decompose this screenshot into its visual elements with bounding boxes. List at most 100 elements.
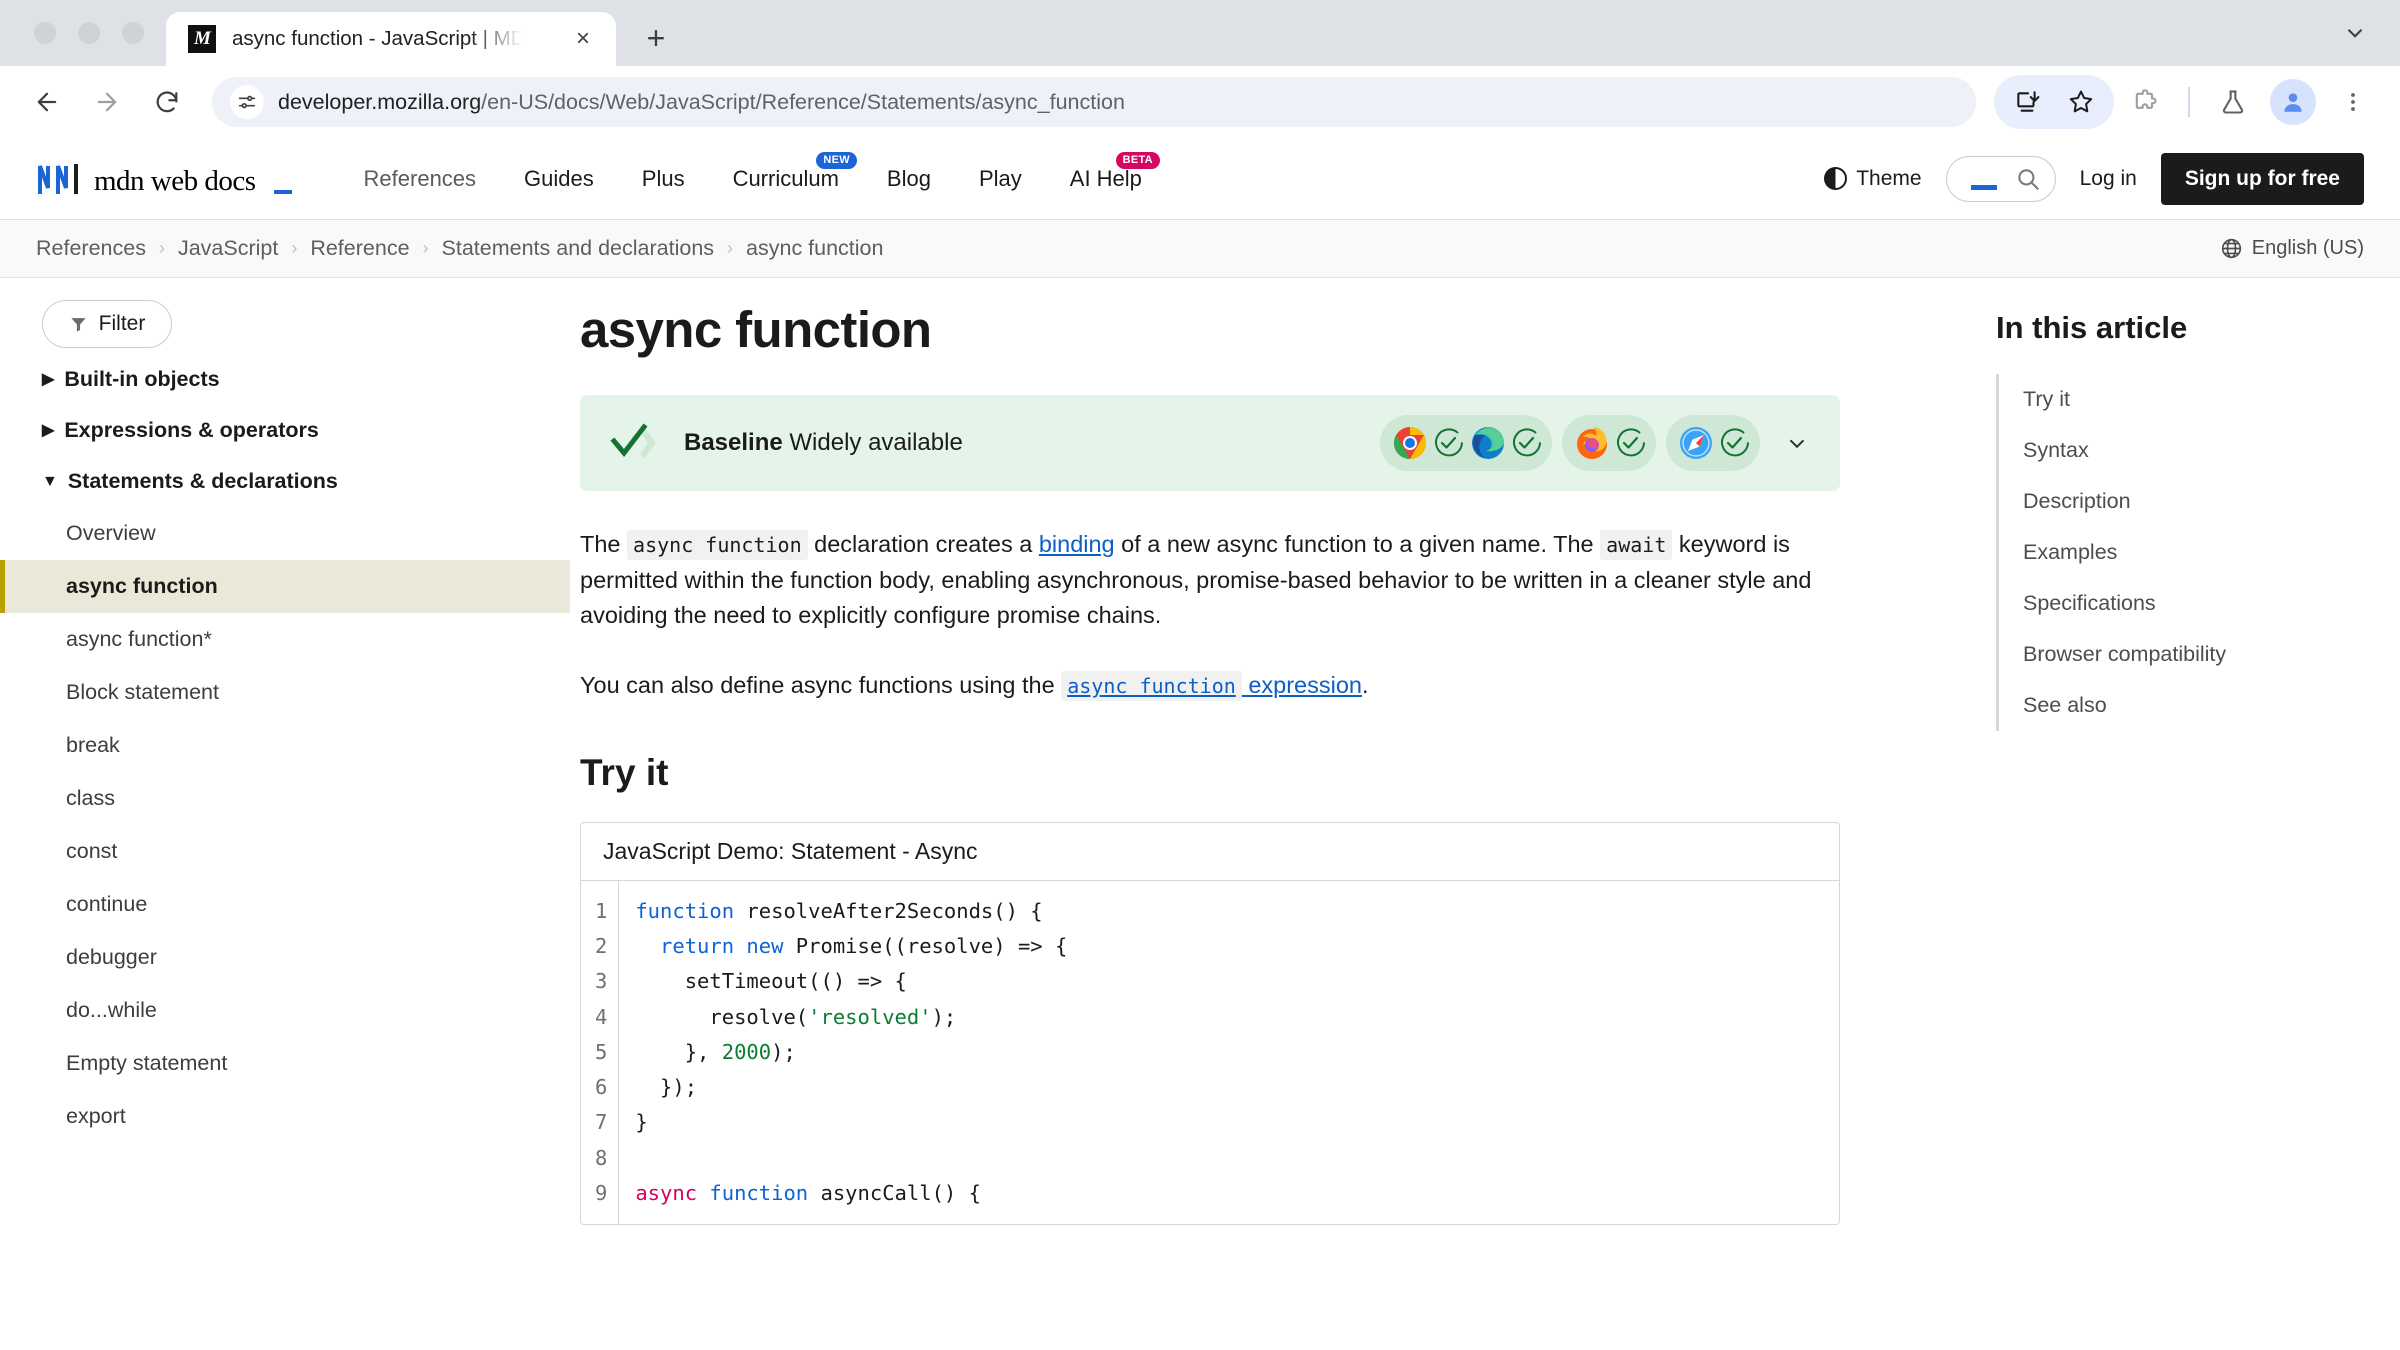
tab-list-chevron-icon[interactable] — [2332, 10, 2378, 56]
in-this-article-toc: In this article Try it Syntax Descriptio… — [1950, 278, 2400, 1350]
inline-code-await: await — [1600, 530, 1673, 560]
supported-check-icon — [1721, 428, 1749, 457]
firefox-icon — [1577, 427, 1607, 459]
main-nav: References Guides Plus Curriculum NEW Blo… — [340, 151, 1166, 192]
sidebar-item-do-while[interactable]: do...while — [0, 984, 570, 1037]
language-selector[interactable]: English (US) — [2220, 237, 2364, 260]
nav-curriculum[interactable]: Curriculum NEW — [709, 151, 863, 192]
mdn-logo[interactable]: mdn web docs — [36, 162, 292, 196]
toc-item-try-it[interactable]: Try it — [2023, 374, 2360, 425]
browser-tab[interactable]: M async function - JavaScript | MDN × — [166, 12, 616, 66]
line-number: 7 — [595, 1110, 608, 1135]
sidebar-item-async-function-star[interactable]: async function* — [0, 613, 570, 666]
toc-item-description[interactable]: Description — [2023, 476, 2360, 527]
breadcrumb-item-javascript[interactable]: JavaScript — [178, 236, 278, 261]
filter-icon — [69, 315, 88, 334]
toc-item-examples[interactable]: Examples — [2023, 527, 2360, 578]
code-line: }); — [635, 1075, 698, 1100]
url-domain: developer.mozilla.org — [278, 89, 482, 114]
reload-icon[interactable] — [140, 75, 194, 129]
line-number: 9 — [595, 1180, 608, 1205]
firefox-support — [1572, 423, 1646, 463]
baseline-pill-chromium — [1380, 415, 1552, 471]
install-icon[interactable] — [2000, 75, 2054, 129]
forward-icon[interactable] — [80, 75, 134, 129]
sidebar-group-expressions-operators[interactable]: ▶ Expressions & operators — [0, 405, 570, 456]
toc-item-browser-compatibility[interactable]: Browser compatibility — [2023, 629, 2360, 680]
sidebar-item-continue[interactable]: continue — [0, 878, 570, 931]
expr-text-1: You can also define async functions usin… — [580, 672, 1062, 699]
close-tab-button[interactable]: × — [566, 22, 600, 56]
signup-button[interactable]: Sign up for free — [2160, 152, 2364, 205]
sidebar-item-block-statement[interactable]: Block statement — [0, 666, 570, 719]
sidebar-item-class[interactable]: class — [0, 772, 570, 825]
profile-icon[interactable] — [2270, 79, 2316, 125]
safari-icon — [1680, 427, 1712, 459]
breadcrumb-item-current: async function — [746, 236, 884, 260]
breadcrumb-separator: › — [158, 238, 165, 258]
theme-toggle-button[interactable]: Theme — [1824, 167, 1922, 191]
menu-kebab-icon[interactable] — [2326, 75, 2380, 129]
bookmark-star-icon[interactable] — [2054, 75, 2108, 129]
supported-check-icon — [1513, 428, 1541, 457]
chrome-icon — [1393, 426, 1427, 460]
sidebar-item-debugger[interactable]: debugger — [0, 931, 570, 984]
sidebar-group-statements-declarations[interactable]: ▼ Statements & declarations — [0, 456, 570, 507]
nav-blog[interactable]: Blog — [863, 166, 955, 192]
breadcrumb-item-references[interactable]: References — [36, 236, 146, 261]
tab-strip: M async function - JavaScript | MDN × + — [0, 0, 2400, 66]
toc-item-specifications[interactable]: Specifications — [2023, 578, 2360, 629]
inline-code-async-function-expr: async function — [1061, 671, 1242, 702]
async-function-expression-link[interactable]: async function expression — [1061, 671, 1362, 702]
sidebar-filter-button[interactable]: Filter — [42, 300, 172, 348]
search-input[interactable] — [1945, 155, 2056, 202]
sidebar-group-built-in-objects[interactable]: ▶ Built-in objects — [0, 354, 570, 405]
nav-guides[interactable]: Guides — [500, 166, 618, 192]
sidebar-item-break[interactable]: break — [0, 719, 570, 772]
expr-text-2: . — [1361, 672, 1369, 699]
search-icon[interactable] — [2015, 166, 2041, 192]
intro-text-3: of a new async function to a given name.… — [1114, 531, 1601, 557]
minimize-window-button[interactable] — [78, 22, 100, 44]
site-info-icon[interactable] — [230, 85, 264, 119]
sidebar-item-empty-statement[interactable]: Empty statement — [0, 1037, 570, 1090]
demo-code-block[interactable]: 1 2 3 4 5 6 7 8 9 function resolveAfter2… — [581, 880, 1839, 1225]
nav-ai-help[interactable]: AI Help BETA — [1046, 151, 1166, 192]
binding-link[interactable]: binding — [1039, 531, 1115, 557]
nav-references[interactable]: References — [340, 166, 501, 192]
toc-heading: In this article — [1996, 310, 2188, 345]
nav-ai-help-label: AI Help — [1069, 165, 1142, 191]
sidebar-item-async-function[interactable]: async function — [0, 560, 570, 613]
maximize-window-button[interactable] — [122, 22, 144, 44]
mdn-header: mdn web docs References Guides Plus Curr… — [0, 138, 2400, 220]
new-tab-button[interactable]: + — [630, 12, 682, 64]
supported-check-icon — [1617, 428, 1645, 457]
sidebar-item-export[interactable]: export — [0, 1090, 570, 1143]
sidebar-item-overview[interactable]: Overview — [0, 507, 570, 560]
code-content[interactable]: function resolveAfter2Seconds() { return… — [619, 881, 1067, 1224]
toc-item-syntax[interactable]: Syntax — [2023, 425, 2360, 476]
back-icon[interactable] — [20, 75, 74, 129]
nav-plus[interactable]: Plus — [618, 166, 709, 192]
line-number: 2 — [595, 934, 608, 959]
labs-flask-icon[interactable] — [2206, 75, 2260, 129]
beta-badge: BETA — [1115, 151, 1160, 170]
breadcrumb-separator: › — [291, 238, 298, 258]
breadcrumb-item-statements[interactable]: Statements and declarations — [442, 236, 715, 261]
line-number: 5 — [595, 1039, 608, 1064]
mdn-logo-underscore — [273, 189, 292, 194]
login-link[interactable]: Log in — [2080, 167, 2137, 191]
chevron-down-icon[interactable] — [1784, 430, 1810, 456]
breadcrumb-item-reference[interactable]: Reference — [310, 236, 409, 261]
chevron-right-icon: ▶ — [42, 370, 55, 388]
sidebar-item-const[interactable]: const — [0, 825, 570, 878]
extensions-icon[interactable] — [2118, 75, 2172, 129]
address-bar[interactable]: developer.mozilla.org/en-US/docs/Web/Jav… — [212, 77, 1976, 127]
sidebar-group-label: Built-in objects — [64, 367, 220, 391]
page-body: Filter ▶ Built-in objects ▶ Expressions … — [0, 278, 2400, 1350]
toc-item-see-also[interactable]: See also — [2023, 680, 2360, 731]
toolbar-action-pill — [1994, 75, 2114, 129]
close-window-button[interactable] — [34, 22, 56, 44]
url-path: /en-US/docs/Web/JavaScript/Reference/Sta… — [481, 89, 1125, 114]
nav-play[interactable]: Play — [955, 166, 1046, 192]
